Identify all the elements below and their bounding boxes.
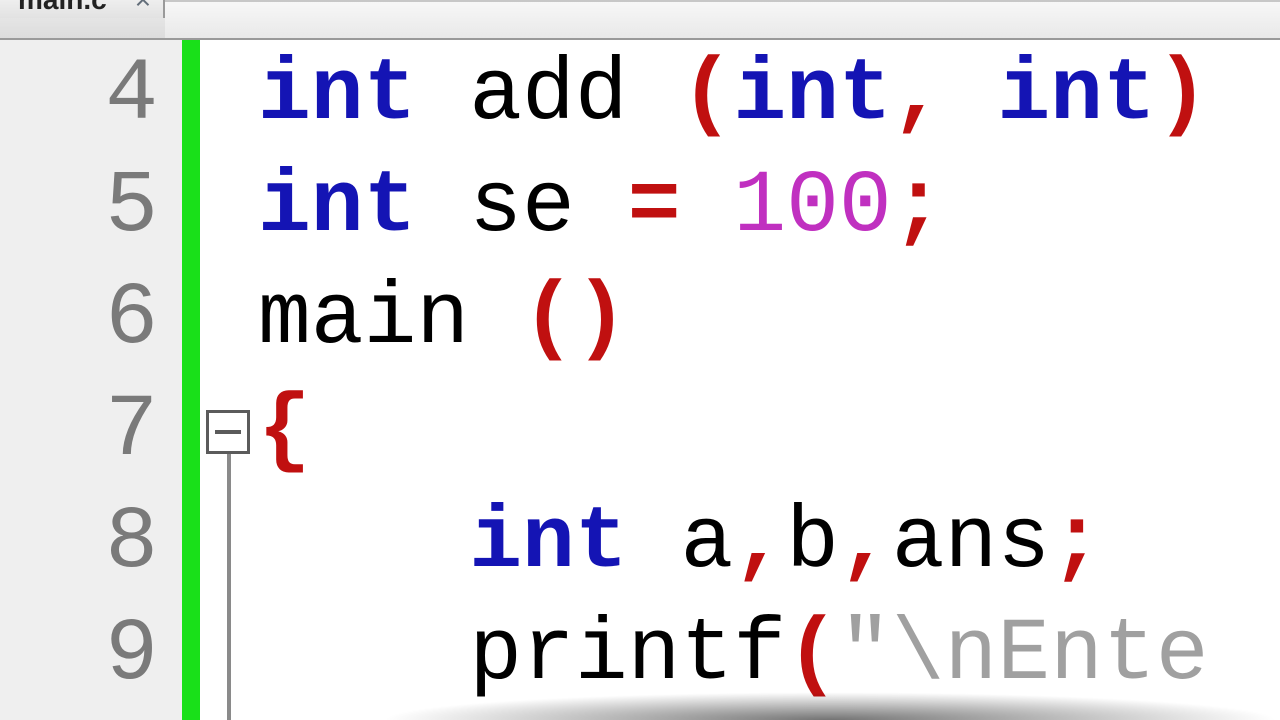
token-kw: int xyxy=(469,494,627,593)
token-kw: int xyxy=(258,158,416,257)
line-number: 4 xyxy=(0,40,158,152)
token-paren: ( xyxy=(522,270,575,369)
token-ident: a xyxy=(680,494,733,593)
token-paren: ( xyxy=(786,606,839,705)
file-tab-main-c[interactable]: main.c × xyxy=(0,0,165,18)
file-tab-label: main.c xyxy=(18,0,107,16)
code-editor[interactable]: 456789 int add (int, int)int se = 100;ma… xyxy=(0,40,1280,720)
code-line[interactable]: printf("\nEnte xyxy=(258,600,1280,712)
code-line[interactable]: int se = 100; xyxy=(258,152,1280,264)
token-kw: int xyxy=(258,46,416,145)
token-kw: int xyxy=(997,46,1155,145)
fold-column xyxy=(200,40,256,720)
token-kw: int xyxy=(733,46,891,145)
token-op: = xyxy=(628,158,681,257)
token-ident: ans xyxy=(892,494,1050,593)
token-op: ; xyxy=(1050,494,1103,593)
code-area[interactable]: int add (int, int)int se = 100;main (){ … xyxy=(256,40,1280,720)
token-op: ; xyxy=(892,158,945,257)
fold-guide-line xyxy=(227,454,231,720)
token-ident: add xyxy=(469,46,627,145)
code-line[interactable]: { xyxy=(258,376,1280,488)
token-ident: main xyxy=(258,270,469,369)
change-marker-bar xyxy=(182,40,200,720)
code-line[interactable]: main () xyxy=(258,264,1280,376)
line-number-gutter: 456789 xyxy=(0,40,182,720)
code-line[interactable]: int a,b,ans; xyxy=(258,488,1280,600)
token-ident: printf xyxy=(469,606,786,705)
token-op: , xyxy=(733,494,786,593)
token-num: 100 xyxy=(733,158,891,257)
token-paren: ) xyxy=(575,270,628,369)
tab-bar-spacer xyxy=(165,0,1280,38)
token-paren: ( xyxy=(681,46,734,145)
token-op: , xyxy=(839,494,892,593)
line-number: 7 xyxy=(0,376,158,488)
line-number: 6 xyxy=(0,264,158,376)
line-number: 9 xyxy=(0,600,158,712)
tab-bar: main.c × xyxy=(0,0,1280,40)
fold-toggle-icon[interactable] xyxy=(206,410,250,454)
token-paren: ) xyxy=(1156,46,1209,145)
close-icon[interactable]: × xyxy=(135,0,151,16)
token-ident: b xyxy=(786,494,839,593)
code-line[interactable]: int add (int, int) xyxy=(258,40,1280,152)
token-ident: se xyxy=(469,158,575,257)
line-number: 5 xyxy=(0,152,158,264)
token-op: , xyxy=(892,46,945,145)
line-number: 8 xyxy=(0,488,158,600)
token-str: "\nEnte xyxy=(839,606,1209,705)
token-paren: { xyxy=(258,382,311,481)
